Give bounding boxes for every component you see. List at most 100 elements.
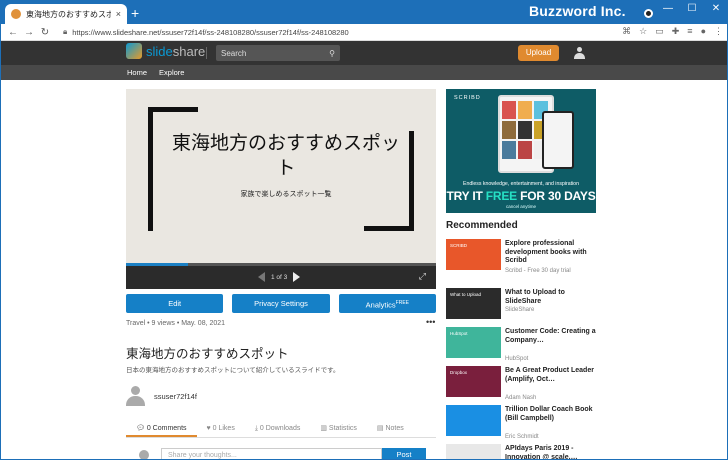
- tab-title: 東海地方のおすすめスポット: [26, 9, 111, 19]
- translate-icon[interactable]: ⌘: [622, 26, 631, 37]
- recommended-title[interactable]: Trillion Dollar Coach Book (Bill Campbel…: [505, 406, 597, 423]
- back-icon[interactable]: ←: [5, 27, 21, 38]
- recommended-thumbnail[interactable]: [446, 405, 501, 436]
- maximize-button[interactable]: ☐: [681, 1, 703, 19]
- engagement-tabs: 💬︎ 0 Comments ♥ 0 Likes ⤓ 0 Downloads ▥ …: [126, 421, 436, 438]
- url-field[interactable]: 🔒︎ https://www.slideshare.net/ssuser72f1…: [63, 25, 583, 39]
- recommended-item[interactable]: APIdays Paris 2019 - Innovation @ scale,…: [446, 444, 597, 459]
- search-placeholder: Search: [221, 48, 247, 58]
- recommended-thumbnail[interactable]: SCRIBD: [446, 239, 501, 270]
- privacy-settings-button[interactable]: Privacy Settings: [232, 294, 330, 313]
- slideshare-logo[interactable]: slideshare: [126, 43, 205, 59]
- slide-viewer[interactable]: 東海地方のおすすめスポット 家族で楽しめるスポット一覧: [126, 89, 436, 263]
- thumbnail-label: What to Upload: [450, 292, 482, 297]
- new-tab-button[interactable]: +: [131, 4, 139, 22]
- recommended-title[interactable]: Customer Code: Creating a Company…: [505, 328, 597, 345]
- tab-notes[interactable]: ▤ Notes: [367, 421, 414, 437]
- forward-icon[interactable]: →: [21, 27, 37, 38]
- logo-suffix: share: [172, 43, 206, 59]
- recommended-source: Eric Schmidt: [505, 434, 539, 440]
- more-options-icon[interactable]: •••: [426, 317, 435, 327]
- thumbnail-label: HubSpot: [450, 331, 468, 336]
- post-button[interactable]: Post: [382, 448, 426, 459]
- tab-likes[interactable]: ♥ 0 Likes: [197, 421, 245, 437]
- recommended-title[interactable]: What to Upload to SlideShare: [505, 289, 597, 306]
- logo-prefix: slide: [146, 43, 173, 59]
- account-icon[interactable]: ●: [701, 26, 706, 37]
- recommended-thumbnail[interactable]: [446, 444, 501, 459]
- thumbnail-label: Dropbox: [450, 370, 468, 375]
- frame-bottom: [364, 226, 414, 231]
- close-window-button[interactable]: ✕: [705, 1, 727, 19]
- recommended-source: Adam Nash: [505, 395, 537, 401]
- sub-navigation: Home Explore: [1, 65, 727, 80]
- upload-button[interactable]: Upload: [518, 45, 559, 61]
- slide-meta: Travel • 9 views • May. 08, 2021: [126, 320, 226, 327]
- nav-explore[interactable]: Explore: [159, 68, 184, 77]
- browser-tab[interactable]: 東海地方のおすすめスポット ×: [5, 4, 127, 24]
- recommended-thumbnail[interactable]: What to Upload: [446, 288, 501, 319]
- minimize-button[interactable]: —: [657, 1, 679, 19]
- tab-downloads[interactable]: ⤓ 0 Downloads: [245, 421, 311, 437]
- fullscreen-icon[interactable]: ⤢: [419, 271, 426, 282]
- extensions-icon[interactable]: ✚: [672, 26, 680, 37]
- recommended-title[interactable]: APIdays Paris 2019 - Innovation @ scale,…: [505, 445, 597, 459]
- tab-close-icon[interactable]: ×: [116, 9, 121, 19]
- recommended-thumbnail[interactable]: Dropbox: [446, 366, 501, 397]
- phone-graphic: [542, 111, 574, 169]
- edit-button[interactable]: Edit: [126, 294, 224, 313]
- nav-home[interactable]: Home: [127, 68, 147, 77]
- analytics-button[interactable]: AnalyticsFREE: [338, 294, 436, 313]
- recommended-item[interactable]: Dropbox Be A Great Product Leader (Amplif…: [446, 366, 597, 401]
- ad-brand: SCRIBD: [454, 95, 481, 101]
- divider: [206, 47, 207, 59]
- profile-dot-icon: [644, 9, 653, 18]
- tab-statistics[interactable]: ▥ Statistics: [310, 421, 367, 437]
- recommended-title[interactable]: Be A Great Product Leader (Amplify, Oct…: [505, 367, 597, 384]
- slide-title: 東海地方のおすすめスポット: [171, 132, 400, 179]
- tab-strip: 東海地方のおすすめスポット × + Buzzword Inc. — ☐ ✕: [1, 1, 727, 24]
- recommended-item[interactable]: Trillion Dollar Coach Book (Bill Campbel…: [446, 405, 597, 440]
- reload-icon[interactable]: ↻: [37, 27, 53, 38]
- user-icon[interactable]: [574, 47, 585, 59]
- search-input[interactable]: Search ⚲: [216, 45, 340, 61]
- next-slide-icon[interactable]: [293, 272, 301, 282]
- favicon-icon: [11, 9, 21, 19]
- recommended-source: Scribd - Free 30 day trial: [505, 268, 571, 274]
- comment-input[interactable]: Share your thoughts...: [161, 448, 382, 459]
- recommended-item[interactable]: SCRIBD Explore professional development b…: [446, 239, 597, 274]
- bookmark-star-icon[interactable]: ☆: [639, 26, 647, 37]
- slide-controls: 1 of 3 ⤢: [126, 263, 436, 289]
- url-text: https://www.slideshare.net/ssuser72f14f/…: [72, 27, 349, 37]
- progress-fill: [126, 263, 188, 266]
- ad-tagline: Endless knowledge, entertainment, and in…: [463, 181, 579, 187]
- browser-window: 東海地方のおすすめスポット × + Buzzword Inc. — ☐ ✕ ← …: [0, 0, 728, 460]
- free-badge: FREE: [395, 300, 409, 306]
- reading-list-icon[interactable]: ≡: [687, 26, 692, 37]
- recommended-item[interactable]: What to Upload What to Upload to SlideSha…: [446, 288, 596, 322]
- brand-overlay: Buzzword Inc.: [529, 3, 626, 19]
- cast-icon[interactable]: ▭: [655, 26, 664, 37]
- progress-bar[interactable]: [126, 263, 436, 266]
- recommended-source: HubSpot: [505, 356, 529, 362]
- menu-icon[interactable]: ⋮: [714, 26, 723, 37]
- frame-right: [409, 131, 414, 231]
- scribd-ad[interactable]: SCRIBD Endless knowledge, entertainment,…: [446, 89, 596, 213]
- frame-top: [148, 107, 198, 112]
- search-icon[interactable]: ⚲: [329, 49, 335, 58]
- address-bar: ← → ↻ 🔒︎ https://www.slideshare.net/ssus…: [1, 24, 727, 41]
- prev-slide-icon[interactable]: [258, 272, 265, 282]
- logo-icon: [126, 43, 142, 59]
- recommended-thumbnail[interactable]: HubSpot: [446, 327, 501, 358]
- ad-headline: TRY IT FREE FOR 30 DAYS: [446, 189, 596, 203]
- recommended-item[interactable]: HubSpot Customer Code: Creating a Company…: [446, 327, 597, 362]
- tab-comments[interactable]: 💬︎ 0 Comments: [126, 421, 197, 437]
- page-counter: 1 of 3: [271, 273, 288, 281]
- comment-avatar: [139, 450, 149, 459]
- slide-subtitle: 家族で楽しめるスポット一覧: [240, 190, 332, 198]
- lock-icon: 🔒︎: [63, 27, 68, 36]
- recommended-source: SlideShare: [505, 307, 535, 313]
- avatar[interactable]: [126, 386, 145, 406]
- recommended-title[interactable]: Explore professional development books w…: [505, 240, 597, 266]
- username-link[interactable]: ssuser72f14f: [154, 392, 197, 401]
